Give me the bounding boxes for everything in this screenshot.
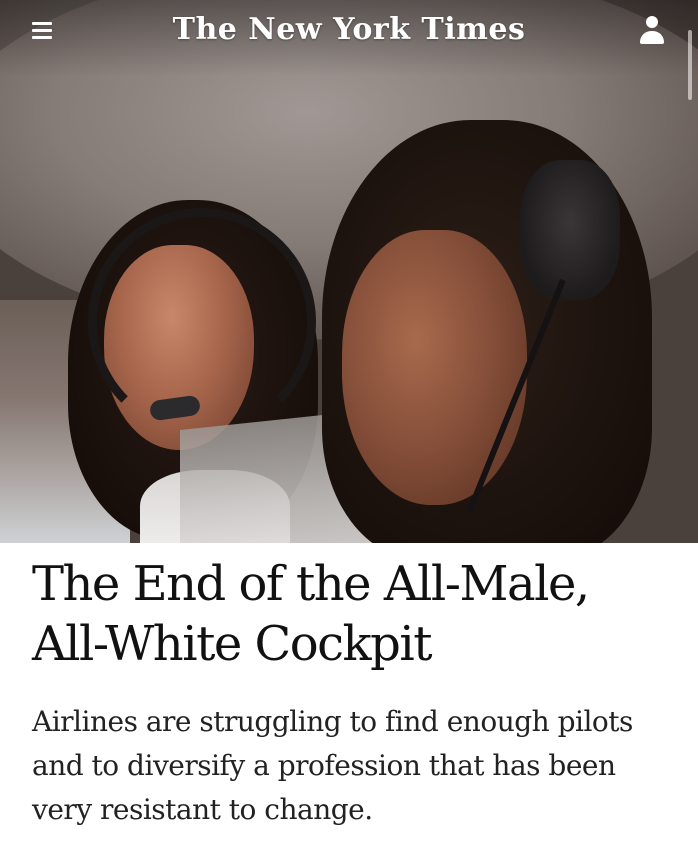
article-page: The New York Times The End of the All-Ma… (0, 0, 698, 864)
masthead-logo[interactable]: The New York Times (0, 12, 698, 47)
top-nav: The New York Times (0, 0, 698, 100)
scrollbar[interactable] (688, 30, 692, 100)
account-icon[interactable] (638, 16, 666, 46)
hero-image (0, 0, 698, 543)
hero-top-shade (0, 0, 698, 543)
article-summary: Airlines are struggling to find enough p… (32, 705, 633, 826)
article-headline: The End of the All-Male, All-White Cockp… (32, 556, 590, 672)
